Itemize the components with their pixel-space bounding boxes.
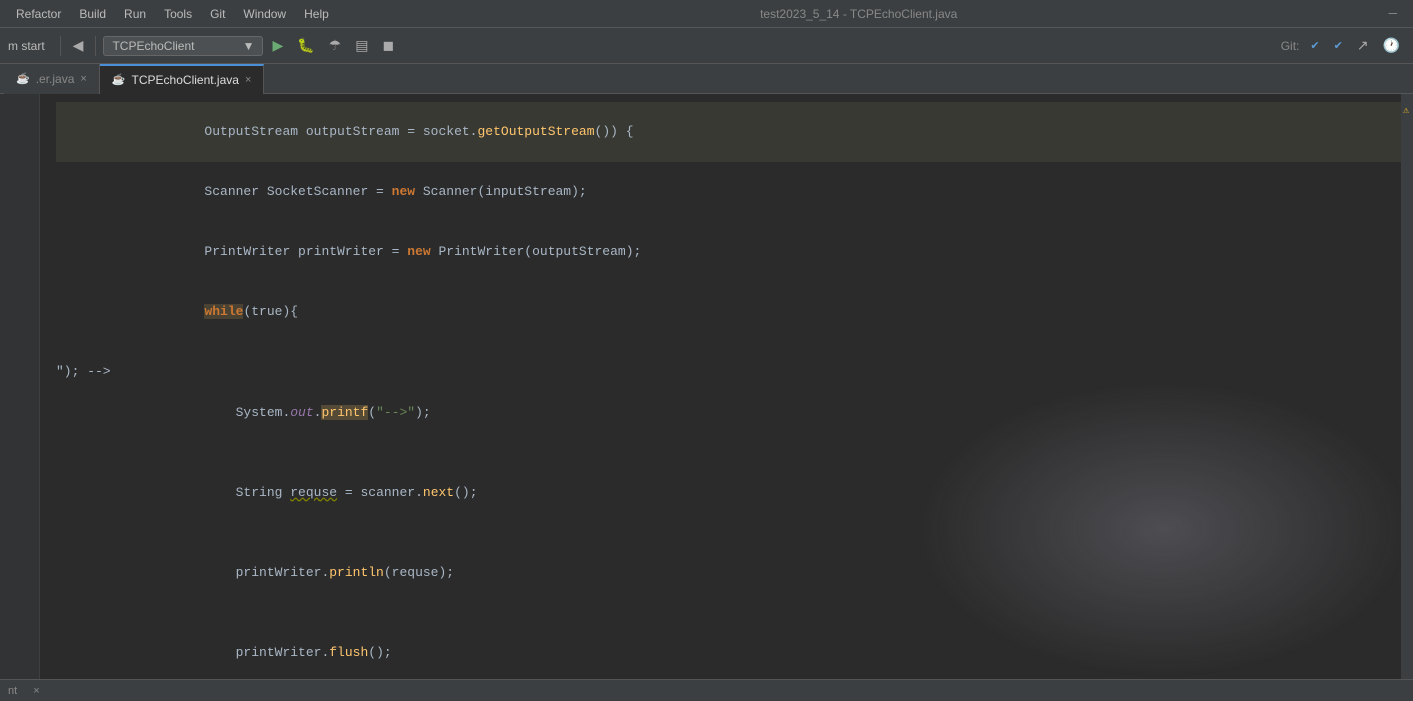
tab-close-tcp[interactable]: × bbox=[245, 74, 251, 86]
code-line-blank4 bbox=[56, 603, 1413, 623]
menu-window[interactable]: Window bbox=[235, 5, 294, 23]
window-close-btn[interactable]: — bbox=[1381, 4, 1405, 24]
status-bar: nt × bbox=[0, 679, 1413, 701]
line-num bbox=[4, 409, 31, 428]
code-line-println: printWriter.println(requse); bbox=[56, 543, 1413, 603]
line-num bbox=[4, 332, 31, 351]
line-num bbox=[4, 236, 31, 255]
stop-button[interactable]: ◼ bbox=[377, 34, 399, 57]
line-num bbox=[4, 160, 31, 179]
code-line-blank2 bbox=[56, 443, 1413, 463]
line-num bbox=[4, 121, 31, 140]
back-button[interactable]: ◀ bbox=[68, 34, 89, 57]
git-label: Git: bbox=[1281, 39, 1300, 53]
profile-button[interactable]: ▤ bbox=[350, 34, 373, 57]
run-config-label: TCPEchoClient bbox=[112, 39, 194, 53]
code-line-requse: String requse = scanner.next(); bbox=[56, 463, 1413, 523]
menu-help[interactable]: Help bbox=[296, 5, 337, 23]
menu-run[interactable]: Run bbox=[116, 5, 154, 23]
line-num bbox=[4, 390, 31, 409]
code-line-outputstream: OutputStream outputStream = socket.getOu… bbox=[56, 102, 1413, 162]
git-commit-button[interactable]: ✔ bbox=[1329, 36, 1348, 55]
menu-git[interactable]: Git bbox=[202, 5, 233, 23]
run-config-selector[interactable]: TCPEchoClient ▼ bbox=[103, 36, 263, 56]
line-num bbox=[4, 313, 31, 332]
code-line-printwriter: PrintWriter printWriter = new PrintWrite… bbox=[56, 222, 1413, 282]
line-num bbox=[4, 275, 31, 294]
toolbar-sep-2 bbox=[95, 36, 96, 56]
coverage-button[interactable]: ☂ bbox=[324, 34, 347, 57]
line-num bbox=[4, 140, 31, 159]
code-line-blank3 bbox=[56, 523, 1413, 543]
menu-build[interactable]: Build bbox=[71, 5, 114, 23]
window-title: test2023_5_14 - TCPEchoClient.java bbox=[339, 7, 1379, 21]
code-editor[interactable]: OutputStream outputStream = socket.getOu… bbox=[40, 94, 1413, 679]
tab-label-er: .er.java bbox=[36, 72, 75, 86]
line-num bbox=[4, 256, 31, 275]
menu-bar: Refactor Build Run Tools Git Window Help… bbox=[0, 0, 1413, 28]
tab-tcpechoclient[interactable]: ☕ TCPEchoClient.java × bbox=[100, 64, 265, 94]
git-update-button[interactable]: ✔ bbox=[1305, 36, 1324, 55]
line-num bbox=[4, 294, 31, 313]
git-history-button[interactable]: 🕐 bbox=[1378, 34, 1405, 57]
tab-bar: ☕ .er.java × ☕ TCPEchoClient.java × bbox=[0, 64, 1413, 94]
menu-tools[interactable]: Tools bbox=[156, 5, 200, 23]
line-num bbox=[4, 179, 31, 198]
code-line-blank1 bbox=[56, 342, 1413, 362]
menu-refactor[interactable]: Refactor bbox=[8, 5, 69, 23]
warning-marker: ⚠ bbox=[1403, 104, 1411, 112]
git-push-button[interactable]: ↗ bbox=[1352, 34, 1374, 57]
line-numbers bbox=[0, 94, 40, 679]
tab-icon-tcp: ☕ bbox=[112, 73, 126, 86]
line-num bbox=[4, 428, 31, 447]
status-tab-label: nt bbox=[8, 685, 17, 697]
editor-area: OutputStream outputStream = socket.getOu… bbox=[0, 94, 1413, 679]
run-config-dropdown-icon: ▼ bbox=[243, 39, 255, 53]
toolbar-sep-1 bbox=[60, 36, 61, 56]
toolbar-start-label: m start bbox=[8, 39, 45, 53]
warning-strip: ⚠ bbox=[1401, 94, 1413, 679]
code-line-while: while(true){ bbox=[56, 282, 1413, 342]
tab-er-java[interactable]: ☕ .er.java × bbox=[4, 64, 100, 94]
line-num bbox=[4, 198, 31, 217]
line-num bbox=[4, 351, 31, 370]
line-num bbox=[4, 217, 31, 236]
code-line-printf1: System.out.printf("-->"); bbox=[56, 383, 1413, 443]
code-line-flush: printWriter.flush(); bbox=[56, 623, 1413, 679]
toolbar: m start ◀ TCPEchoClient ▼ ▶ 🐛 ☂ ▤ ◼ Git:… bbox=[0, 28, 1413, 64]
status-separator: × bbox=[33, 685, 39, 697]
run-button[interactable]: ▶ bbox=[267, 34, 288, 57]
code-line-scanner: Scanner SocketScanner = new Scanner(inpu… bbox=[56, 162, 1413, 222]
tab-close-er[interactable]: × bbox=[80, 73, 86, 85]
line-num bbox=[4, 102, 31, 121]
tab-icon-er: ☕ bbox=[16, 72, 30, 85]
line-num bbox=[4, 371, 31, 390]
tab-label-tcp: TCPEchoClient.java bbox=[132, 73, 239, 87]
debug-button[interactable]: 🐛 bbox=[292, 34, 319, 57]
